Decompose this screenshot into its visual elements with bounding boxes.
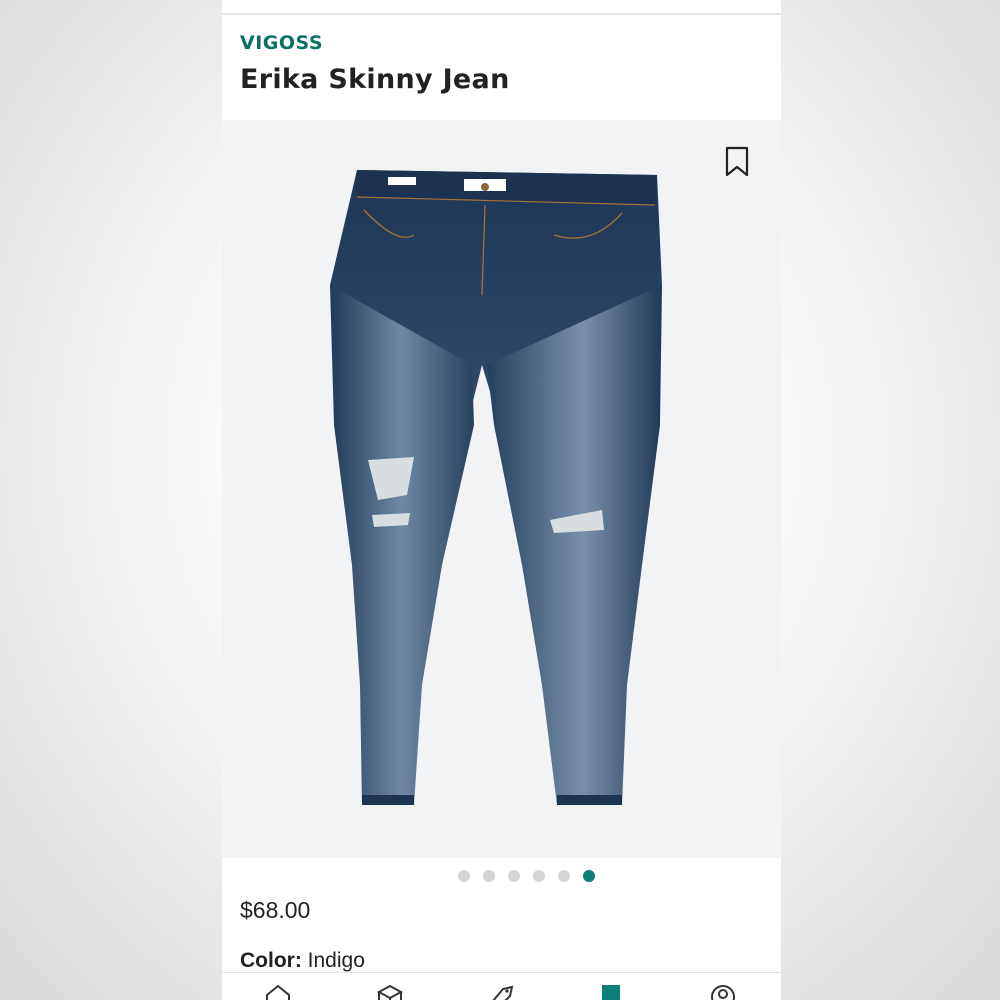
bookmark-filled-icon[interactable] [596,983,626,1000]
color-label: Color: [240,949,302,972]
brand-name[interactable]: VIGOSS [240,32,323,54]
carousel-dot[interactable] [458,870,470,882]
color-value: Indigo [307,949,365,972]
bottom-tab-bar [222,972,781,1000]
product-title: Erika Skinny Jean [240,64,510,95]
carousel-pagination [222,870,781,882]
carousel-dot[interactable] [558,870,570,882]
tag-icon[interactable] [485,983,515,1000]
home-icon[interactable] [263,983,293,1000]
jeans-product-image [330,170,662,805]
carousel-dot[interactable] [533,870,545,882]
box-icon[interactable] [375,983,405,1000]
carousel-dot[interactable] [583,870,595,882]
top-divider [222,13,781,15]
color-row: Color: Indigo [240,949,365,973]
profile-icon[interactable] [708,983,738,1000]
carousel-dot[interactable] [483,870,495,882]
product-screen: VIGOSS Erika Skinny Jean $68.00 Color: I… [222,0,781,1000]
product-image-carousel[interactable] [222,120,781,858]
product-price: $68.00 [240,897,311,923]
carousel-dot[interactable] [508,870,520,882]
bookmark-icon[interactable] [724,146,750,178]
